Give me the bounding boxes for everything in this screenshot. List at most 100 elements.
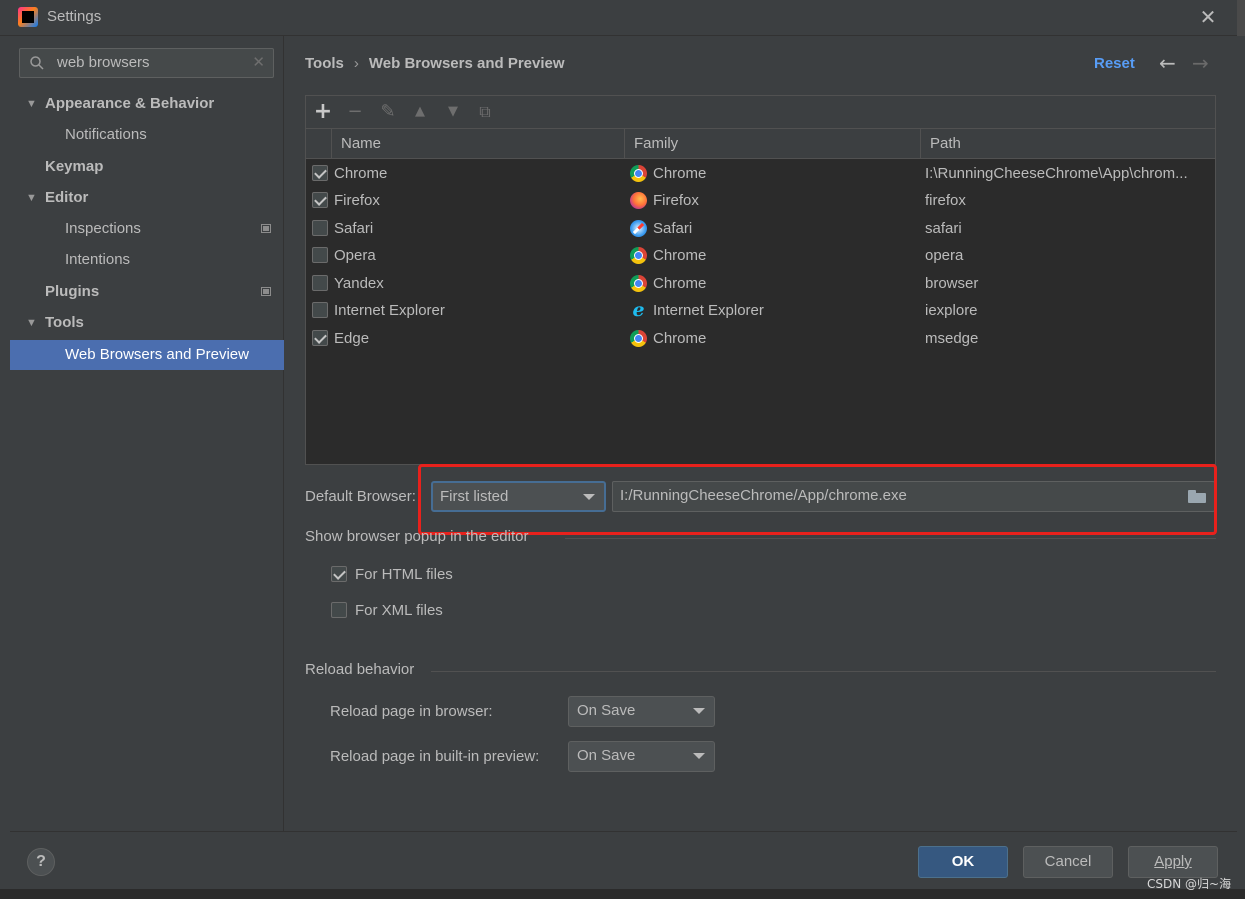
settings-sidebar: web browsers ✕ ▼ Appearance & Behavior N…: [10, 36, 284, 831]
table-row[interactable]: Firefox Firefox firefox: [306, 187, 1215, 214]
sidebar-item-inspections[interactable]: Inspections: [10, 214, 284, 244]
sidebar-item-label: Tools: [45, 314, 84, 331]
search-icon: [30, 56, 44, 70]
edit-pencil-icon[interactable]: ✎: [376, 100, 400, 124]
apply-label: Apply: [1154, 853, 1192, 870]
browser-name: Safari: [334, 220, 374, 237]
title-bar: Settings ✕: [0, 0, 1237, 36]
sidebar-item-plugins[interactable]: Plugins: [10, 277, 284, 307]
sidebar-item-intentions[interactable]: Intentions: [10, 245, 284, 275]
sidebar-item-label: Plugins: [45, 283, 100, 300]
reload-preview-select[interactable]: On Save: [568, 741, 715, 772]
sidebar-item-label: Intentions: [65, 251, 131, 268]
default-browser-path-value: I:/RunningCheeseChrome/App/chrome.exe: [620, 487, 907, 504]
sidebar-item-keymap[interactable]: Keymap: [10, 152, 284, 182]
clear-search-icon[interactable]: ✕: [252, 53, 265, 71]
table-row[interactable]: Yandex Chrome browser: [306, 270, 1215, 297]
table-row[interactable]: Opera Chrome opera: [306, 242, 1215, 269]
column-header-path[interactable]: Path: [921, 129, 1215, 159]
chevron-down-icon: ▼: [26, 98, 37, 110]
dropdown-arrow-icon: [693, 753, 705, 759]
help-button[interactable]: ?: [27, 848, 55, 876]
sidebar-item-label: Notifications: [65, 126, 147, 143]
row-checkbox[interactable]: [312, 302, 328, 318]
browsers-table: + − ✎ ▲ ▼ ⧉ Name Family Path Chrome Chro…: [305, 95, 1216, 465]
browser-path: I:\RunningCheeseChrome\App\chrom...: [925, 165, 1188, 182]
table-row[interactable]: Internet Explorer e Internet Explorer ie…: [306, 297, 1215, 324]
table-header: Name Family Path: [306, 129, 1215, 159]
sidebar-item-editor[interactable]: ▼ Editor: [10, 183, 284, 213]
row-checkbox[interactable]: [312, 220, 328, 236]
add-icon[interactable]: +: [311, 100, 335, 124]
project-settings-icon: [261, 224, 271, 233]
browser-name: Firefox: [334, 192, 380, 209]
browser-path: firefox: [925, 192, 966, 209]
browser-path: opera: [925, 247, 964, 264]
project-settings-icon: [261, 287, 271, 296]
reload-preview-value: On Save: [577, 747, 636, 764]
sidebar-item-tools[interactable]: ▼ Tools: [10, 308, 284, 338]
cancel-button[interactable]: Cancel: [1023, 846, 1113, 878]
browser-family: Firefox: [653, 192, 699, 209]
move-up-icon[interactable]: ▲: [408, 100, 432, 124]
sidebar-item-label: Web Browsers and Preview: [65, 346, 249, 363]
reset-link[interactable]: Reset: [1094, 55, 1135, 72]
row-checkbox[interactable]: [312, 330, 328, 346]
sidebar-item-appearance-behavior[interactable]: ▼ Appearance & Behavior: [10, 89, 284, 119]
ok-button[interactable]: OK: [918, 846, 1008, 878]
browser-family: Chrome: [653, 330, 707, 347]
table-row[interactable]: Edge Chrome msedge: [306, 325, 1215, 352]
column-header-name[interactable]: Name: [332, 129, 625, 159]
browser-path: iexplore: [925, 302, 978, 319]
column-header-check: [306, 129, 332, 159]
row-checkbox[interactable]: [312, 247, 328, 263]
table-toolbar: + − ✎ ▲ ▼ ⧉: [306, 96, 1215, 129]
breadcrumb-parent[interactable]: Tools: [305, 55, 344, 72]
browser-path: msedge: [925, 330, 979, 347]
reload-section-title: Reload behavior: [305, 661, 415, 678]
firefox-icon: [630, 192, 647, 209]
chrome-icon: [630, 275, 647, 292]
arrow-right-icon[interactable]: →: [1192, 51, 1209, 75]
row-checkbox[interactable]: [312, 192, 328, 208]
html-files-checkbox[interactable]: [331, 566, 347, 582]
xml-files-checkbox[interactable]: [331, 602, 347, 618]
chrome-icon: [630, 330, 647, 347]
search-input[interactable]: web browsers ✕: [19, 48, 274, 78]
default-browser-value: First listed: [440, 488, 509, 505]
settings-dialog: Settings ✕ web browsers ✕ ▼ Appearance &…: [0, 0, 1237, 889]
browser-name: Opera: [334, 247, 376, 264]
table-row[interactable]: Safari Safari safari: [306, 215, 1215, 242]
reload-browser-value: On Save: [577, 702, 636, 719]
move-down-icon[interactable]: ▼: [441, 100, 465, 124]
popup-section-title: Show browser popup in the editor: [305, 528, 529, 545]
row-checkbox[interactable]: [312, 165, 328, 181]
default-browser-label: Default Browser:: [305, 488, 416, 505]
sidebar-item-web-browsers-preview[interactable]: Web Browsers and Preview: [10, 340, 284, 370]
row-checkbox[interactable]: [312, 275, 328, 291]
ie-icon: e: [632, 299, 645, 321]
chevron-down-icon: ▼: [26, 192, 37, 204]
browser-name: Edge: [334, 330, 370, 347]
breadcrumb-separator: ›: [353, 55, 359, 72]
browser-family: Chrome: [653, 165, 707, 182]
dropdown-arrow-icon: [583, 494, 595, 500]
arrow-left-icon[interactable]: ←: [1159, 51, 1176, 75]
copy-icon[interactable]: ⧉: [473, 100, 497, 124]
table-row[interactable]: Chrome Chrome I:\RunningCheeseChrome\App…: [306, 160, 1215, 187]
remove-icon[interactable]: −: [343, 100, 367, 124]
sidebar-item-label: Editor: [45, 189, 89, 206]
search-value: web browsers: [57, 54, 150, 71]
sidebar-item-notifications[interactable]: Notifications: [10, 120, 284, 150]
folder-icon[interactable]: [1188, 490, 1206, 503]
column-header-family[interactable]: Family: [625, 129, 921, 159]
close-icon[interactable]: ✕: [1197, 6, 1219, 28]
default-browser-select[interactable]: First listed: [431, 481, 606, 512]
reload-browser-select[interactable]: On Save: [568, 696, 715, 727]
divider: [431, 671, 1216, 672]
default-browser-path-field[interactable]: I:/RunningCheeseChrome/App/chrome.exe: [612, 481, 1215, 512]
apply-button[interactable]: Apply: [1128, 846, 1218, 878]
option-label: For HTML files: [355, 566, 453, 583]
option-label: For XML files: [355, 602, 443, 619]
browser-name: Yandex: [334, 275, 384, 292]
